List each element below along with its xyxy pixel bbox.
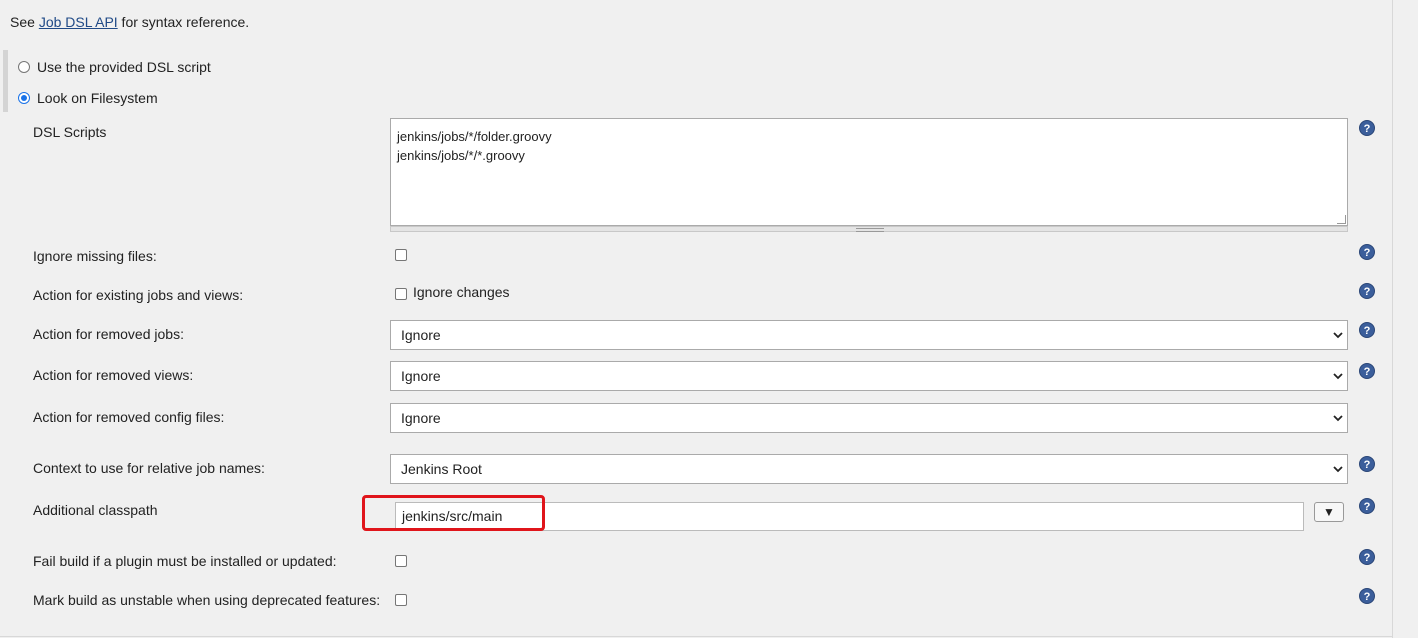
radio-label-use-provided: Use the provided DSL script — [37, 59, 211, 75]
context-select[interactable]: Jenkins Root — [390, 454, 1348, 484]
removed-jobs-value: Ignore — [401, 327, 441, 343]
dsl-script-line-1: jenkins/jobs/*/folder.groovy — [397, 129, 552, 144]
removed-config-select[interactable]: Ignore — [390, 403, 1348, 433]
radio-label-look-on-filesystem: Look on Filesystem — [37, 90, 158, 106]
chevron-down-icon — [1333, 332, 1343, 339]
syntax-reference-note: See Job DSL API for syntax reference. — [10, 14, 249, 30]
classpath-label: Additional classpath — [33, 502, 158, 518]
help-icon-removed-jobs[interactable]: ? — [1359, 322, 1375, 338]
context-label: Context to use for relative job names: — [33, 460, 265, 476]
help-icon-existing-jobs[interactable]: ? — [1359, 283, 1375, 299]
help-icon-removed-views[interactable]: ? — [1359, 363, 1375, 379]
help-icon-mark-unstable[interactable]: ? — [1359, 588, 1375, 604]
dsl-script-line-2: jenkins/jobs/*/*.groovy — [397, 148, 525, 163]
context-value: Jenkins Root — [401, 461, 482, 477]
removed-jobs-label: Action for removed jobs: — [33, 326, 184, 342]
removed-views-value: Ignore — [401, 368, 441, 384]
textarea-resize-handle[interactable] — [390, 226, 1348, 232]
ignore-missing-checkbox[interactable] — [395, 249, 407, 261]
radio-use-provided-script[interactable]: Use the provided DSL script — [18, 59, 211, 75]
mark-unstable-checkbox[interactable] — [395, 594, 407, 606]
classpath-dropdown-button[interactable]: ▼ — [1314, 502, 1344, 522]
ignore-changes-checkbox[interactable] — [395, 288, 407, 300]
chevron-down-icon — [1333, 373, 1343, 380]
fail-build-checkbox[interactable] — [395, 555, 407, 567]
dsl-scripts-label: DSL Scripts — [33, 124, 107, 140]
panel-right-border — [1392, 0, 1393, 638]
dsl-scripts-textarea[interactable]: jenkins/jobs/*/folder.groovy jenkins/job… — [390, 118, 1348, 226]
removed-jobs-select[interactable]: Ignore — [390, 320, 1348, 350]
intro-suffix: for syntax reference. — [117, 14, 250, 30]
job-dsl-api-link[interactable]: Job DSL API — [39, 14, 118, 30]
removed-views-label: Action for removed views: — [33, 367, 194, 383]
help-icon-fail-build[interactable]: ? — [1359, 549, 1375, 565]
help-icon-ignore-missing[interactable]: ? — [1359, 244, 1375, 260]
radio-button-checked[interactable] — [18, 92, 30, 104]
ignore-changes-label: Ignore changes — [413, 284, 510, 300]
removed-config-label: Action for removed config files: — [33, 409, 225, 425]
help-icon-context[interactable]: ? — [1359, 456, 1375, 472]
chevron-down-icon — [1333, 466, 1343, 473]
radio-group-indicator — [3, 50, 8, 112]
annotation-highlight-box — [362, 495, 545, 531]
panel-bottom-border — [0, 636, 1393, 637]
help-icon-classpath[interactable]: ? — [1359, 498, 1375, 514]
help-icon-dsl-scripts[interactable]: ? — [1359, 120, 1375, 136]
radio-look-on-filesystem[interactable]: Look on Filesystem — [18, 90, 158, 106]
removed-config-value: Ignore — [401, 410, 441, 426]
mark-unstable-label: Mark build as unstable when using deprec… — [33, 592, 381, 608]
removed-views-select[interactable]: Ignore — [390, 361, 1348, 391]
resize-grip-icon[interactable] — [1337, 215, 1346, 224]
intro-prefix: See — [10, 14, 39, 30]
chevron-down-icon — [1333, 415, 1343, 422]
existing-jobs-label: Action for existing jobs and views: — [33, 287, 244, 303]
radio-button-unchecked[interactable] — [18, 61, 30, 73]
ignore-missing-label: Ignore missing files: — [33, 248, 157, 264]
fail-build-label: Fail build if a plugin must be installed… — [33, 553, 337, 569]
